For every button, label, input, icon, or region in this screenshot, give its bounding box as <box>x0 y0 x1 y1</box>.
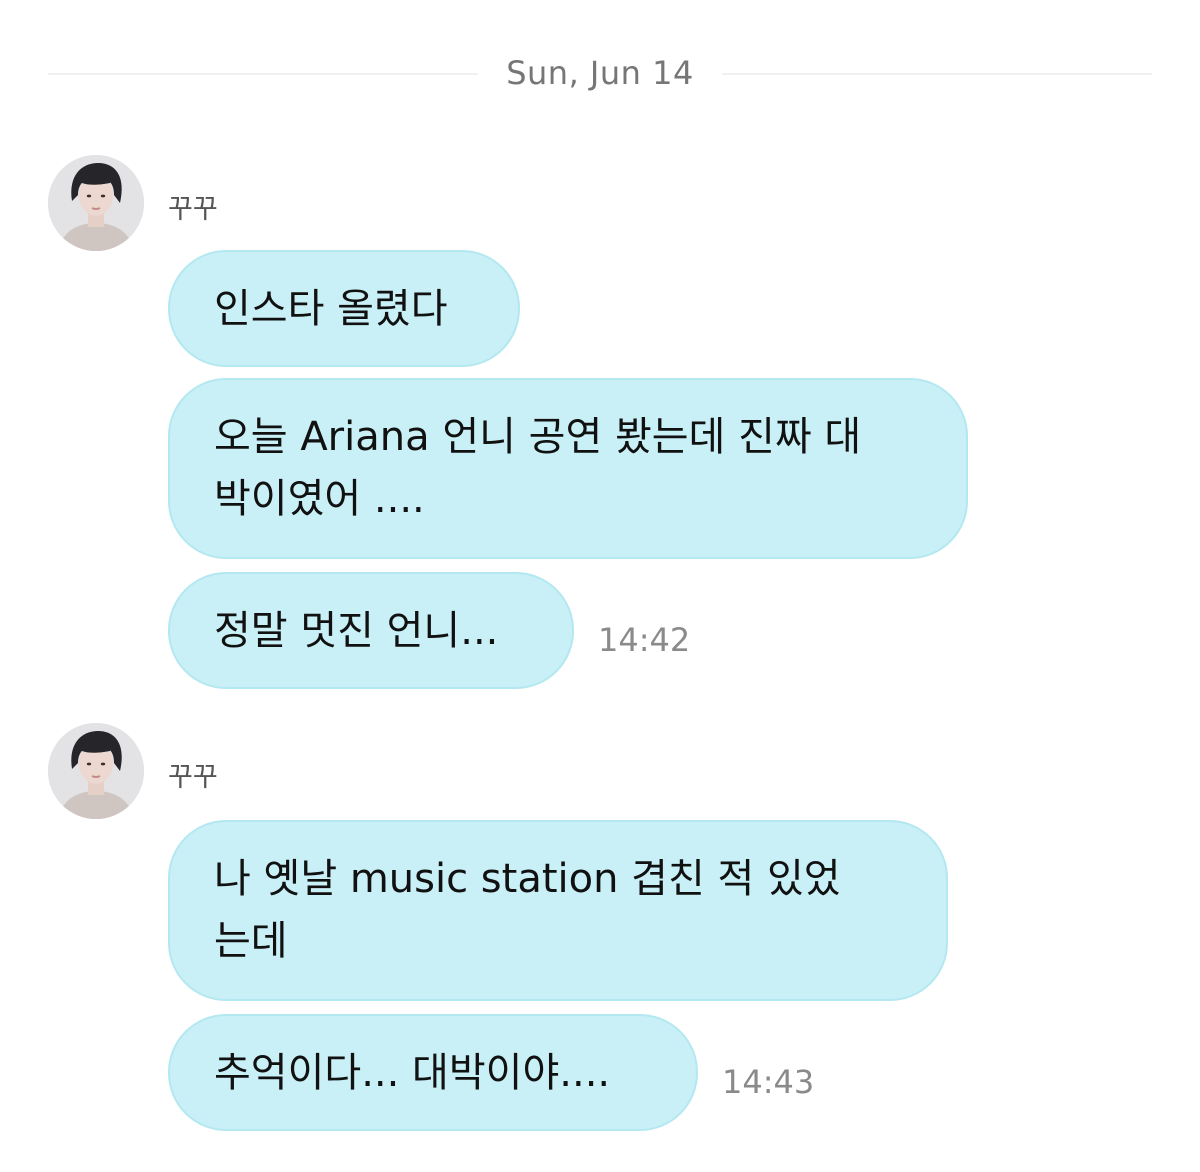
message-timestamp: 14:43 <box>722 1063 815 1101</box>
profile-photo-icon <box>48 723 144 819</box>
sender-name: 꾸꾸 <box>168 194 218 225</box>
avatar-profile-photo-icon[interactable] <box>48 155 144 251</box>
message-bubble[interactable]: 오늘 Ariana 언니 공연 봤는데 진짜 대 박이였어 .... <box>168 378 968 559</box>
avatar-profile-photo-icon[interactable] <box>48 723 144 819</box>
message-group: 꾸꾸 나 옛날 music station 겹친 적 있었 는데 추억이다...… <box>48 723 1152 1133</box>
message-timestamp: 14:42 <box>598 621 691 659</box>
message-bubble[interactable]: 인스타 올렸다 <box>168 250 520 367</box>
profile-photo-icon <box>48 155 144 251</box>
message-group: 꾸꾸 인스타 올렸다 오늘 Ariana 언니 공연 봤는데 진짜 대 박이였어… <box>48 155 1152 695</box>
message-bubble[interactable]: 나 옛날 music station 겹친 적 있었 는데 <box>168 820 948 1001</box>
date-separator: Sun, Jun 14 <box>48 48 1152 100</box>
date-divider-line-right <box>722 73 1152 75</box>
message-bubble[interactable]: 추억이다... 대박이야.... <box>168 1014 698 1131</box>
message-bubble[interactable]: 정말 멋진 언니... <box>168 572 574 689</box>
sender-name: 꾸꾸 <box>168 762 218 793</box>
